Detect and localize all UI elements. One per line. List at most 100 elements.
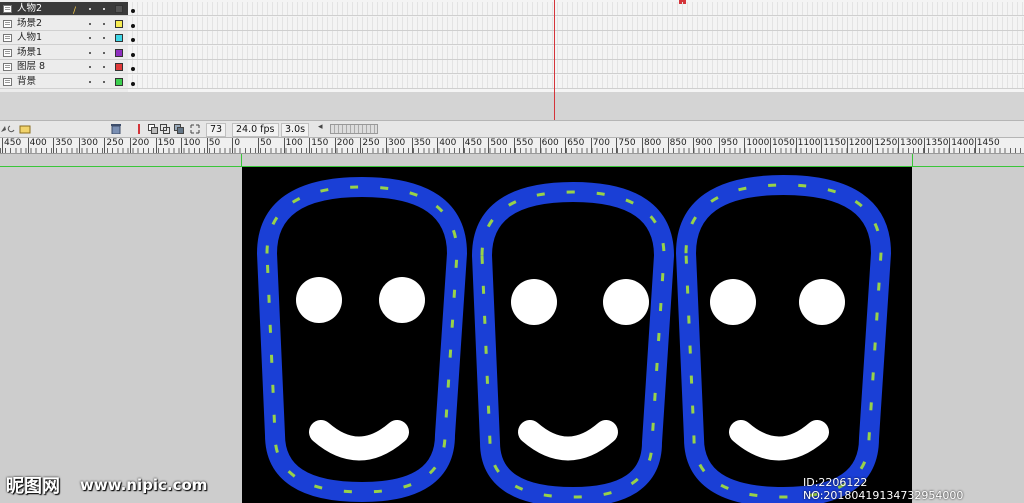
layer-name: 图层 8 [17, 61, 46, 73]
visibility-toggle[interactable] [89, 22, 91, 25]
visibility-toggle[interactable] [89, 37, 91, 40]
eye-circle [296, 277, 342, 323]
playhead[interactable] [554, 0, 555, 120]
layer-row[interactable]: 背景 [0, 75, 128, 89]
ruler-tick-label: 300 [386, 138, 405, 153]
timeline-frames[interactable] [128, 0, 1024, 92]
layer-row[interactable]: 图层 8 [0, 60, 128, 75]
outline-color-swatch[interactable] [115, 63, 123, 72]
outline-color-swatch[interactable] [115, 48, 123, 57]
lock-toggle[interactable] [103, 81, 105, 83]
layer-name: 场景1 [17, 46, 43, 58]
onion-skin-icon[interactable] [148, 124, 158, 134]
layer-icon [3, 48, 12, 57]
layer-row[interactable]: 场景2 [0, 17, 128, 31]
horizontal-ruler: 450 400 350 300 250 200 150 100 50 0 50 100 150 200 25… [0, 138, 1024, 154]
ruler-tick-label: 200 [334, 138, 354, 153]
scroll-left-arrow-icon[interactable]: ◂ [318, 122, 323, 132]
elapsed-time-field[interactable]: 3.0s [281, 123, 310, 137]
edit-multiple-frames-icon[interactable] [174, 124, 184, 134]
ruler-tick-label: 50 [258, 138, 271, 153]
layer-row[interactable]: 场景1 [0, 46, 128, 60]
ruler-tick-label: 450 [462, 138, 482, 153]
ruler-tick-label: 550 [514, 138, 533, 153]
visibility-toggle[interactable] [89, 8, 91, 10]
frame-row[interactable] [128, 60, 1024, 75]
layer-name: 背景 [17, 76, 37, 87]
outline-color-swatch[interactable] [115, 5, 123, 13]
ruler-tick-label: 1450 [974, 138, 1000, 153]
ruler-tick-label: 50 [206, 138, 220, 153]
ruler-tick-label: 700 [590, 138, 610, 153]
lock-toggle[interactable] [103, 22, 105, 25]
smile-mouth [309, 420, 409, 461]
timeline-scrollbar-thumb[interactable] [330, 124, 378, 134]
keyframe-dot[interactable] [131, 23, 135, 28]
ruler-tick-label: 350 [53, 138, 72, 153]
watermark-logo: 昵图网 [6, 476, 60, 497]
ruler-tick-label: 1050 [770, 138, 795, 153]
layer-panel: 人物2/场景2 人物1 场景1 图层 8 背景 [0, 0, 129, 92]
ruler-tick-label: 1300 [898, 138, 923, 153]
ruler-tick-label: 400 [437, 138, 456, 153]
onion-skin-outlines-icon[interactable] [160, 124, 170, 134]
layer-row[interactable]: 人物1 [0, 31, 128, 46]
keyframe-dot[interactable] [131, 82, 135, 86]
frame-row[interactable] [128, 45, 1024, 60]
ruler-tick-label: 650 [565, 138, 584, 153]
ruler-tick-label: 1150 [821, 138, 846, 153]
workspace [0, 154, 1024, 503]
ruler-tick-label: 100 [181, 138, 200, 153]
add-layer-icons[interactable] [0, 124, 34, 134]
keyframe-dot[interactable] [131, 52, 135, 57]
lock-toggle[interactable] [103, 51, 105, 54]
frame-row[interactable] [128, 2, 1024, 16]
frame-row[interactable] [128, 16, 1024, 31]
layer-icon [3, 19, 12, 28]
frame-row[interactable] [128, 31, 1024, 46]
keyframe-dot[interactable] [131, 9, 135, 13]
ruler-tick-label: 0 [232, 138, 240, 153]
outline-color-swatch[interactable] [115, 34, 123, 43]
ruler-tick-label: 1350 [923, 138, 949, 153]
visibility-toggle[interactable] [89, 51, 91, 54]
layer-row[interactable]: 人物2/ [0, 2, 128, 16]
ruler-tick-label: 950 [718, 138, 738, 153]
smile-mouth [729, 420, 829, 461]
current-frame-field[interactable]: 73 [206, 123, 227, 137]
eye-circle [799, 279, 845, 325]
keyframe-dot[interactable] [131, 38, 135, 43]
layer-icon [3, 5, 12, 13]
keyframe-dot[interactable] [131, 67, 135, 72]
layer-icon [3, 34, 12, 43]
visibility-toggle[interactable] [89, 66, 91, 69]
watermark-url: www.nipic.com [80, 476, 208, 494]
ruler-tick-label: 750 [616, 138, 636, 153]
lock-toggle[interactable] [103, 37, 105, 40]
ruler-tick-label: 850 [667, 138, 687, 153]
ruler-tick-label: 450 [2, 138, 21, 153]
ruler-tick-label: 100 [283, 138, 303, 153]
lock-toggle[interactable] [103, 8, 105, 10]
guide-line [912, 154, 913, 166]
fps-field[interactable]: 24.0 fps [232, 123, 279, 137]
eye-circle [511, 279, 557, 325]
ruler-tick-label: 150 [309, 138, 328, 153]
outline-color-swatch[interactable] [115, 78, 123, 86]
visibility-toggle[interactable] [89, 81, 91, 83]
eye-circle [710, 279, 756, 325]
frame-row[interactable] [128, 75, 1024, 89]
ruler-tick-label: 1400 [949, 138, 974, 153]
center-frame-icon[interactable] [134, 124, 144, 134]
ruler-tick-label: 300 [78, 138, 98, 153]
ruler-tick-label: 800 [642, 138, 661, 153]
ruler-tick-label: 250 [104, 138, 124, 153]
ruler-tick-label: 350 [411, 138, 431, 153]
stage-canvas[interactable] [242, 167, 912, 503]
outline-color-swatch[interactable] [115, 19, 123, 28]
modify-markers-icon[interactable] [190, 124, 200, 134]
lock-toggle[interactable] [103, 66, 105, 69]
layer-icon [3, 78, 12, 86]
trash-icon[interactable] [110, 124, 122, 134]
layer-name: 场景2 [17, 17, 43, 29]
